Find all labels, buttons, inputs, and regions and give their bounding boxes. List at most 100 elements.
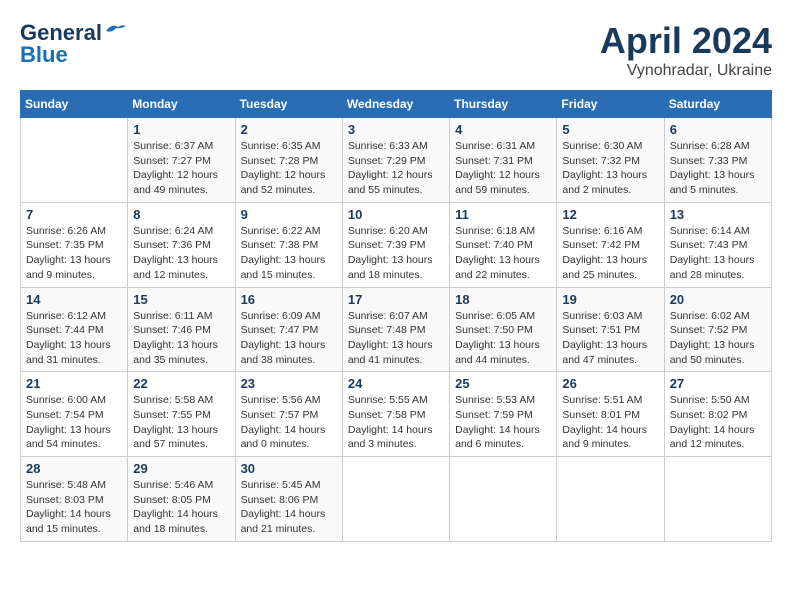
day-number: 30 — [241, 461, 337, 476]
calendar-cell: 19 Sunrise: 6:03 AM Sunset: 7:51 PM Dayli… — [557, 287, 664, 372]
day-info: Sunrise: 6:26 AM Sunset: 7:35 PM Dayligh… — [26, 224, 122, 283]
calendar-cell: 11Sunrise: 6:18 AM Sunset: 7:40 PM Dayli… — [450, 202, 557, 287]
day-info: Sunrise: 6:35 AM Sunset: 7:28 PM Dayligh… — [241, 139, 337, 198]
day-info: Sunrise: 6:14 AM Sunset: 7:43 PM Dayligh… — [670, 224, 766, 283]
day-info: Sunrise: 5:51 AM Sunset: 8:01 PM Dayligh… — [562, 393, 658, 452]
calendar-cell: 26 Sunrise: 5:51 AM Sunset: 8:01 PM Dayli… — [557, 372, 664, 457]
day-number: 25 — [455, 376, 551, 391]
day-number: 9 — [241, 207, 337, 222]
weekday-header-tuesday: Tuesday — [235, 91, 342, 118]
day-number: 18 — [455, 292, 551, 307]
day-info: Sunrise: 6:09 AM Sunset: 7:47 PM Dayligh… — [241, 309, 337, 368]
day-info: Sunrise: 6:28 AM Sunset: 7:33 PM Dayligh… — [670, 139, 766, 198]
day-info: Sunrise: 6:11 AM Sunset: 7:46 PM Dayligh… — [133, 309, 229, 368]
calendar-cell — [557, 457, 664, 542]
day-number: 17 — [348, 292, 444, 307]
day-number: 4 — [455, 122, 551, 137]
calendar-cell — [21, 118, 128, 203]
calendar-cell: 1 Sunrise: 6:37 AM Sunset: 7:27 PM Daylig… — [128, 118, 235, 203]
day-number: 10 — [348, 207, 444, 222]
calendar-cell: 14 Sunrise: 6:12 AM Sunset: 7:44 PM Dayli… — [21, 287, 128, 372]
calendar-cell: 4 Sunrise: 6:31 AM Sunset: 7:31 PM Daylig… — [450, 118, 557, 203]
day-number: 11 — [455, 207, 551, 222]
day-info: Sunrise: 6:22 AM Sunset: 7:38 PM Dayligh… — [241, 224, 337, 283]
day-number: 20 — [670, 292, 766, 307]
day-number: 3 — [348, 122, 444, 137]
calendar-cell: 24 Sunrise: 5:55 AM Sunset: 7:58 PM Dayli… — [342, 372, 449, 457]
day-info: Sunrise: 6:16 AM Sunset: 7:42 PM Dayligh… — [562, 224, 658, 283]
day-number: 21 — [26, 376, 122, 391]
day-number: 5 — [562, 122, 658, 137]
day-info: Sunrise: 5:58 AM Sunset: 7:55 PM Dayligh… — [133, 393, 229, 452]
day-info: Sunrise: 6:12 AM Sunset: 7:44 PM Dayligh… — [26, 309, 122, 368]
day-number: 13 — [670, 207, 766, 222]
day-info: Sunrise: 6:30 AM Sunset: 7:32 PM Dayligh… — [562, 139, 658, 198]
day-number: 23 — [241, 376, 337, 391]
day-info: Sunrise: 6:24 AM Sunset: 7:36 PM Dayligh… — [133, 224, 229, 283]
calendar-cell: 17 Sunrise: 6:07 AM Sunset: 7:48 PM Dayli… — [342, 287, 449, 372]
day-info: Sunrise: 6:33 AM Sunset: 7:29 PM Dayligh… — [348, 139, 444, 198]
day-number: 27 — [670, 376, 766, 391]
calendar-cell — [450, 457, 557, 542]
calendar-cell: 10Sunrise: 6:20 AM Sunset: 7:39 PM Dayli… — [342, 202, 449, 287]
weekday-header-row: SundayMondayTuesdayWednesdayThursdayFrid… — [21, 91, 772, 118]
calendar-week-row: 21Sunrise: 6:00 AM Sunset: 7:54 PM Dayli… — [21, 372, 772, 457]
day-info: Sunrise: 6:31 AM Sunset: 7:31 PM Dayligh… — [455, 139, 551, 198]
day-number: 26 — [562, 376, 658, 391]
day-number: 29 — [133, 461, 229, 476]
page-title: April 2024 — [600, 20, 772, 62]
calendar-cell: 16 Sunrise: 6:09 AM Sunset: 7:47 PM Dayli… — [235, 287, 342, 372]
calendar-cell: 2 Sunrise: 6:35 AM Sunset: 7:28 PM Daylig… — [235, 118, 342, 203]
calendar-cell: 22Sunrise: 5:58 AM Sunset: 7:55 PM Dayli… — [128, 372, 235, 457]
day-number: 15 — [133, 292, 229, 307]
weekday-header-saturday: Saturday — [664, 91, 771, 118]
day-number: 24 — [348, 376, 444, 391]
day-number: 7 — [26, 207, 122, 222]
calendar-cell: 23 Sunrise: 5:56 AM Sunset: 7:57 PM Dayli… — [235, 372, 342, 457]
day-info: Sunrise: 5:55 AM Sunset: 7:58 PM Dayligh… — [348, 393, 444, 452]
day-number: 28 — [26, 461, 122, 476]
bird-icon — [104, 23, 126, 39]
calendar-cell: 28 Sunrise: 5:48 AM Sunset: 8:03 PM Dayli… — [21, 457, 128, 542]
day-info: Sunrise: 6:03 AM Sunset: 7:51 PM Dayligh… — [562, 309, 658, 368]
day-number: 16 — [241, 292, 337, 307]
day-number: 19 — [562, 292, 658, 307]
title-block: April 2024 Vynohradar, Ukraine — [600, 20, 772, 80]
day-number: 14 — [26, 292, 122, 307]
day-info: Sunrise: 6:07 AM Sunset: 7:48 PM Dayligh… — [348, 309, 444, 368]
calendar-cell: 20 Sunrise: 6:02 AM Sunset: 7:52 PM Dayli… — [664, 287, 771, 372]
day-info: Sunrise: 5:48 AM Sunset: 8:03 PM Dayligh… — [26, 478, 122, 537]
day-info: Sunrise: 5:56 AM Sunset: 7:57 PM Dayligh… — [241, 393, 337, 452]
day-info: Sunrise: 5:45 AM Sunset: 8:06 PM Dayligh… — [241, 478, 337, 537]
calendar-week-row: 7 Sunrise: 6:26 AM Sunset: 7:35 PM Daylig… — [21, 202, 772, 287]
weekday-header-friday: Friday — [557, 91, 664, 118]
day-info: Sunrise: 6:37 AM Sunset: 7:27 PM Dayligh… — [133, 139, 229, 198]
weekday-header-thursday: Thursday — [450, 91, 557, 118]
calendar-table: SundayMondayTuesdayWednesdayThursdayFrid… — [20, 90, 772, 542]
calendar-week-row: 14 Sunrise: 6:12 AM Sunset: 7:44 PM Dayli… — [21, 287, 772, 372]
day-number: 2 — [241, 122, 337, 137]
weekday-header-monday: Monday — [128, 91, 235, 118]
day-info: Sunrise: 5:50 AM Sunset: 8:02 PM Dayligh… — [670, 393, 766, 452]
calendar-cell: 3 Sunrise: 6:33 AM Sunset: 7:29 PM Daylig… — [342, 118, 449, 203]
calendar-cell: 18Sunrise: 6:05 AM Sunset: 7:50 PM Dayli… — [450, 287, 557, 372]
calendar-cell: 5 Sunrise: 6:30 AM Sunset: 7:32 PM Daylig… — [557, 118, 664, 203]
logo-blue: Blue — [20, 42, 68, 68]
calendar-cell: 12 Sunrise: 6:16 AM Sunset: 7:42 PM Dayli… — [557, 202, 664, 287]
calendar-cell: 6Sunrise: 6:28 AM Sunset: 7:33 PM Daylig… — [664, 118, 771, 203]
calendar-cell: 13 Sunrise: 6:14 AM Sunset: 7:43 PM Dayli… — [664, 202, 771, 287]
day-info: Sunrise: 5:53 AM Sunset: 7:59 PM Dayligh… — [455, 393, 551, 452]
logo: General Blue — [20, 20, 126, 68]
day-info: Sunrise: 6:02 AM Sunset: 7:52 PM Dayligh… — [670, 309, 766, 368]
day-number: 12 — [562, 207, 658, 222]
calendar-cell: 7 Sunrise: 6:26 AM Sunset: 7:35 PM Daylig… — [21, 202, 128, 287]
page-subtitle: Vynohradar, Ukraine — [600, 62, 772, 80]
weekday-header-sunday: Sunday — [21, 91, 128, 118]
calendar-cell: 25 Sunrise: 5:53 AM Sunset: 7:59 PM Dayli… — [450, 372, 557, 457]
calendar-week-row: 1 Sunrise: 6:37 AM Sunset: 7:27 PM Daylig… — [21, 118, 772, 203]
calendar-cell: 15 Sunrise: 6:11 AM Sunset: 7:46 PM Dayli… — [128, 287, 235, 372]
day-number: 1 — [133, 122, 229, 137]
calendar-cell: 8Sunrise: 6:24 AM Sunset: 7:36 PM Daylig… — [128, 202, 235, 287]
page-header: General Blue April 2024 Vynohradar, Ukra… — [20, 20, 772, 80]
calendar-cell — [664, 457, 771, 542]
